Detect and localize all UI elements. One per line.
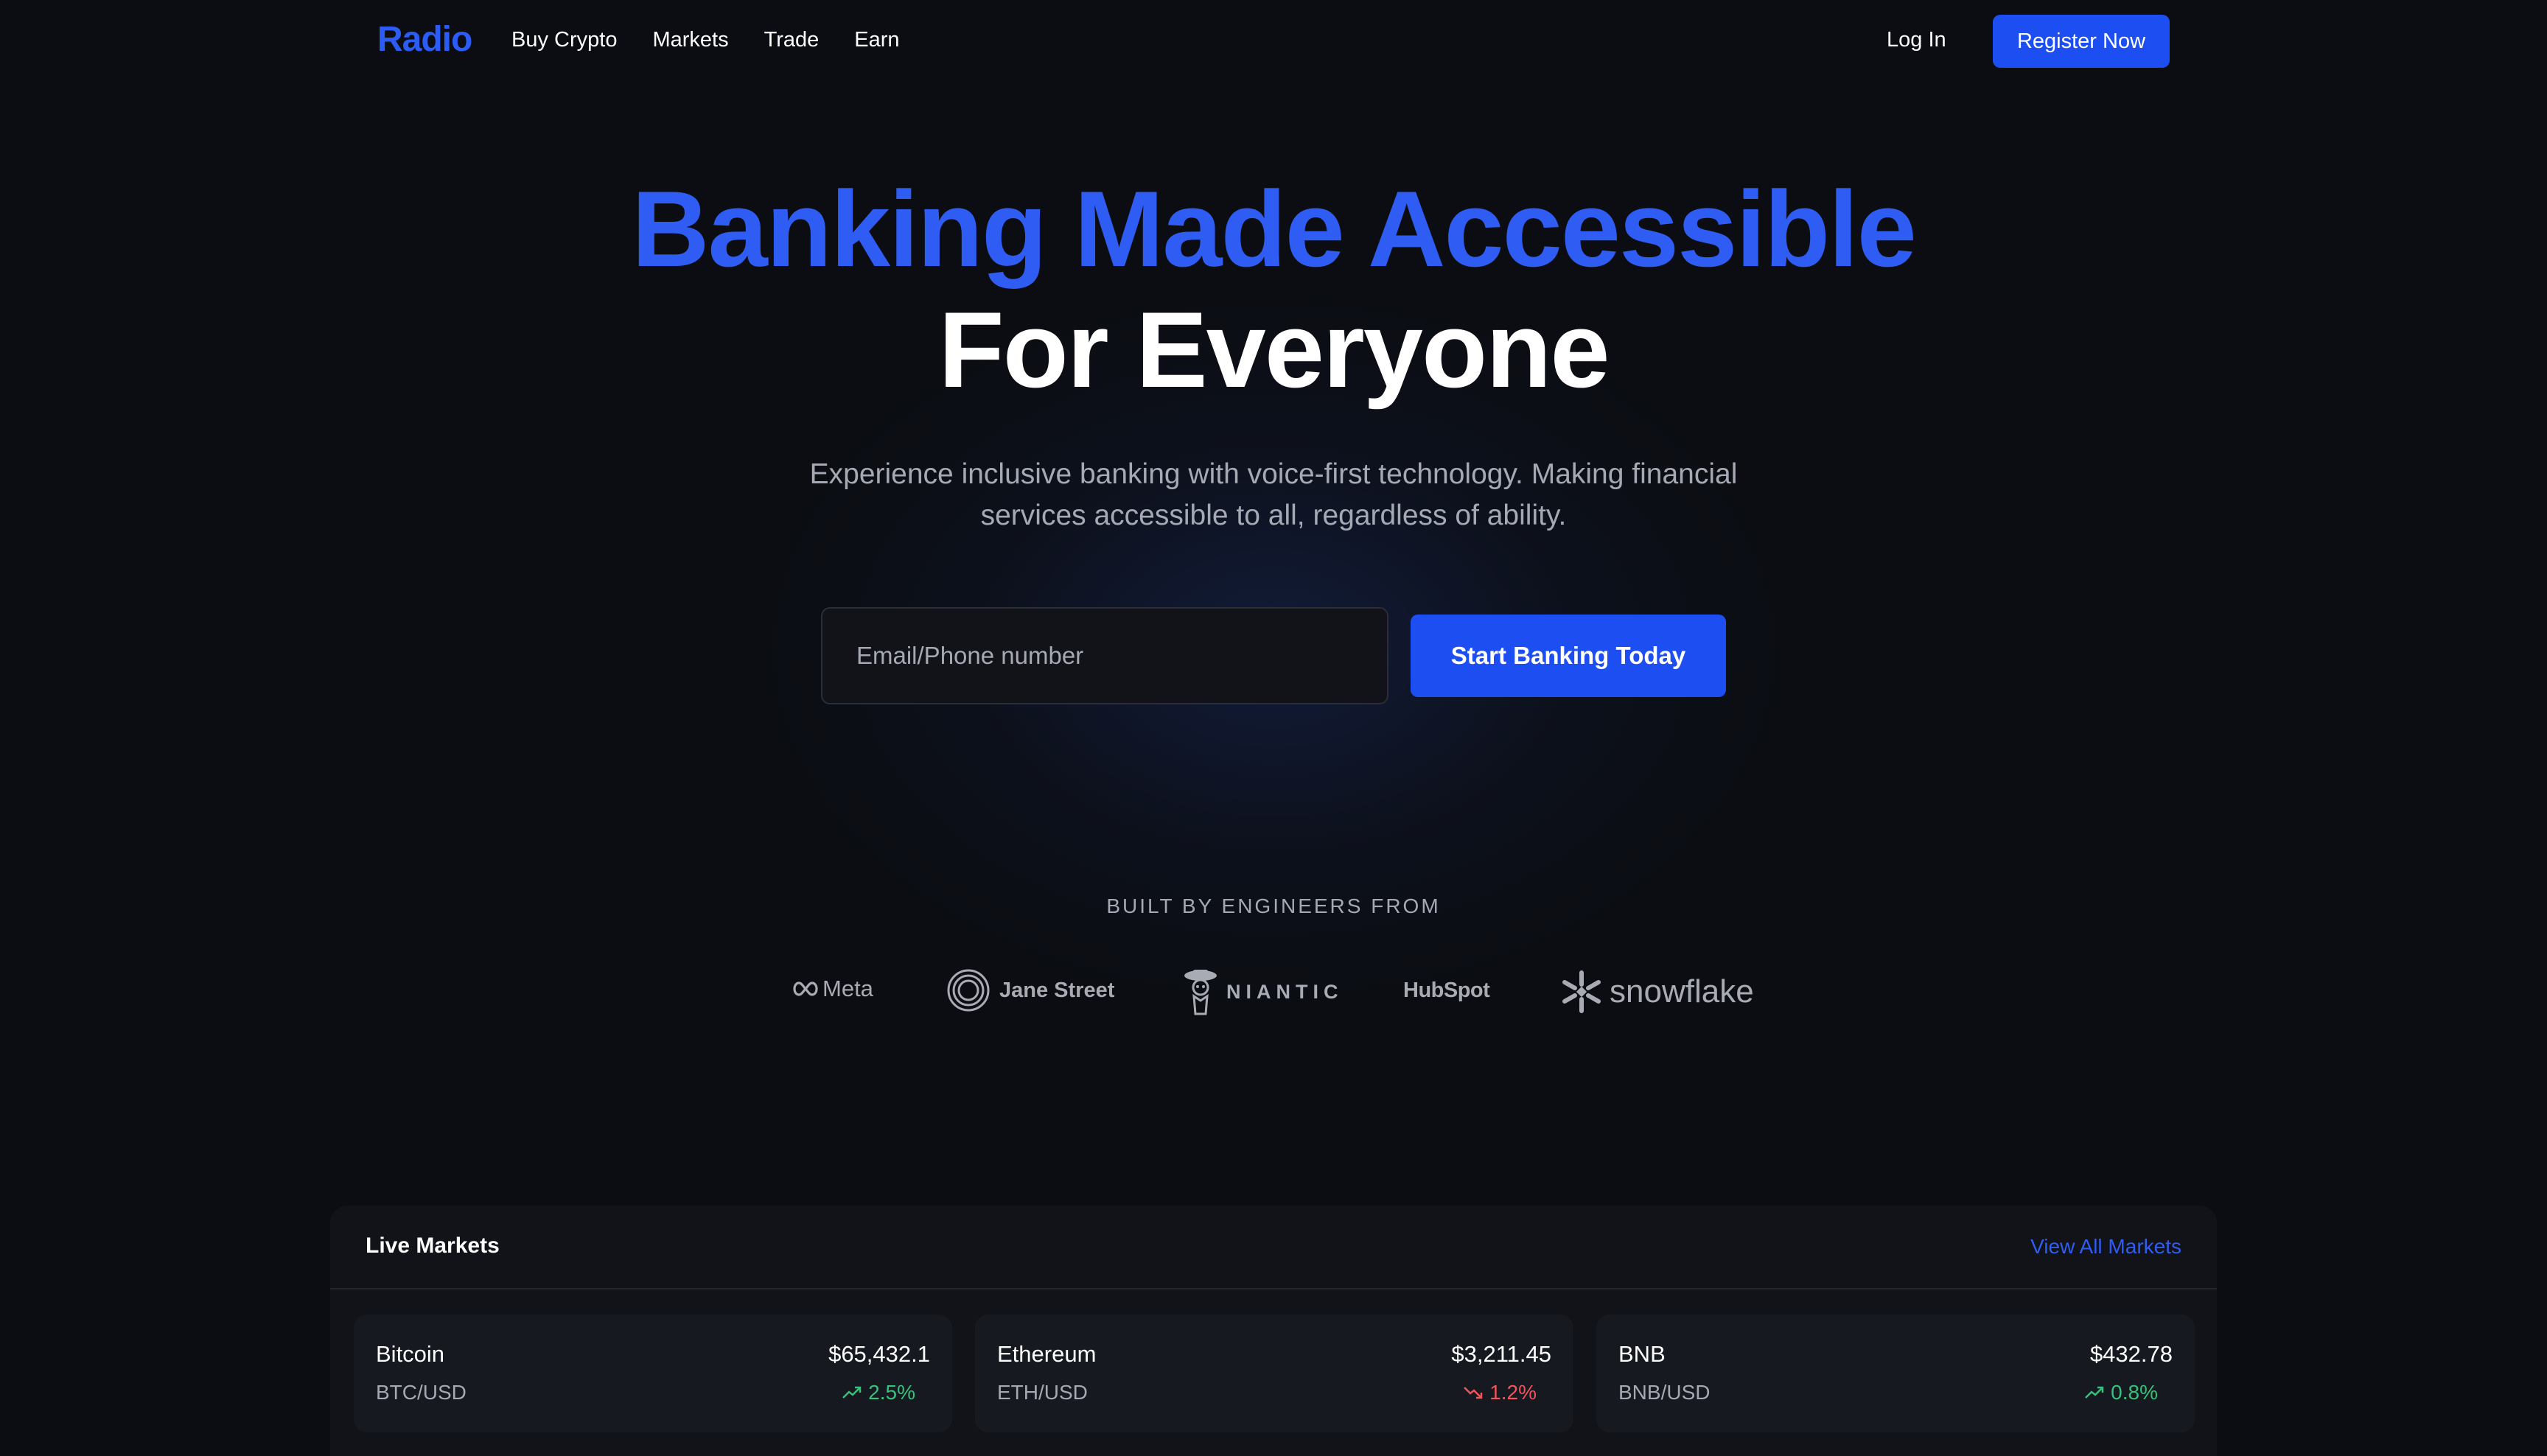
page: Radio Buy Crypto Markets Trade Earn Log … (0, 0, 2547, 1456)
market-change: 0.8% (2084, 1381, 2158, 1404)
email-phone-input[interactable] (821, 607, 1388, 704)
market-card-bnb[interactable]: BNB BNB/USD $432.78 0.8% (1596, 1315, 2195, 1432)
niantic-explorer-icon (1184, 970, 1217, 1015)
market-change-value: 2.5% (868, 1381, 915, 1404)
market-change: 2.5% (842, 1381, 915, 1404)
market-name: Ethereum (997, 1341, 1097, 1367)
market-change-value: 1.2% (1489, 1381, 1537, 1404)
hubspot-logo: HubSpot (1403, 979, 1490, 1003)
meta-logo: Meta (792, 976, 873, 1002)
trending-down-icon (1464, 1387, 1483, 1399)
view-all-markets-link[interactable]: View All Markets (2030, 1235, 2181, 1259)
market-name: BNB (1618, 1341, 1666, 1367)
snowflake-logo: snowflake (1558, 968, 1754, 1015)
markets-divider (330, 1288, 2217, 1289)
market-pair: BNB/USD (1618, 1381, 1711, 1404)
login-link[interactable]: Log In (1887, 28, 1946, 52)
brand-logo[interactable]: Radio (377, 19, 472, 60)
nav-link-earn[interactable]: Earn (854, 28, 899, 52)
market-pair: BTC/USD (376, 1381, 467, 1404)
trending-up-icon (842, 1386, 862, 1399)
hubspot-logo-text: HubSpot (1403, 979, 1490, 1002)
live-markets-panel: Live Markets View All Markets Bitcoin BT… (330, 1205, 2217, 1456)
niantic-logo-text: NIANTIC (1226, 980, 1344, 1003)
top-nav: Radio Buy Crypto Markets Trade Earn Log … (0, 0, 2547, 83)
register-button[interactable]: Register Now (1993, 15, 2170, 68)
nav-links: Buy Crypto Markets Trade Earn (511, 28, 900, 52)
jane-street-rings-icon (947, 969, 990, 1012)
jane-street-logo-text: Jane Street (999, 978, 1115, 1002)
market-price: $3,211.45 (1451, 1341, 1551, 1367)
hero-title-line1: Banking Made Accessible (632, 169, 1917, 289)
market-name: Bitcoin (376, 1341, 445, 1367)
market-card-ethereum[interactable]: Ethereum ETH/USD $3,211.45 1.2% (975, 1315, 1573, 1432)
start-banking-button[interactable]: Start Banking Today (1411, 615, 1726, 697)
nav-link-buy-crypto[interactable]: Buy Crypto (511, 28, 617, 52)
jane-street-logo: Jane Street (946, 968, 1114, 1012)
live-markets-title: Live Markets (366, 1233, 500, 1258)
market-card-bitcoin[interactable]: Bitcoin BTC/USD $65,432.1 2.5% (354, 1315, 952, 1432)
market-change-value: 0.8% (2111, 1381, 2158, 1404)
meta-infinity-icon (793, 981, 818, 996)
snowflake-icon (1562, 970, 1601, 1013)
built-by-heading: BUILT BY ENGINEERS FROM (1106, 895, 1441, 917)
nav-link-trade[interactable]: Trade (764, 28, 820, 52)
niantic-logo: NIANTIC (1182, 967, 1344, 1017)
market-price: $432.78 (2089, 1341, 2173, 1367)
hero-subtitle: Experience inclusive banking with voice-… (809, 458, 1738, 531)
hero-title-line2: For Everyone (938, 290, 1610, 410)
market-price: $65,432.1 (828, 1341, 930, 1367)
trending-up-icon (2085, 1386, 2104, 1399)
market-change: 1.2% (1463, 1381, 1537, 1404)
snowflake-logo-text: snowflake (1610, 973, 1754, 1009)
nav-link-markets[interactable]: Markets (652, 28, 728, 52)
meta-logo-text: Meta (822, 976, 873, 1001)
market-pair: ETH/USD (997, 1381, 1088, 1404)
